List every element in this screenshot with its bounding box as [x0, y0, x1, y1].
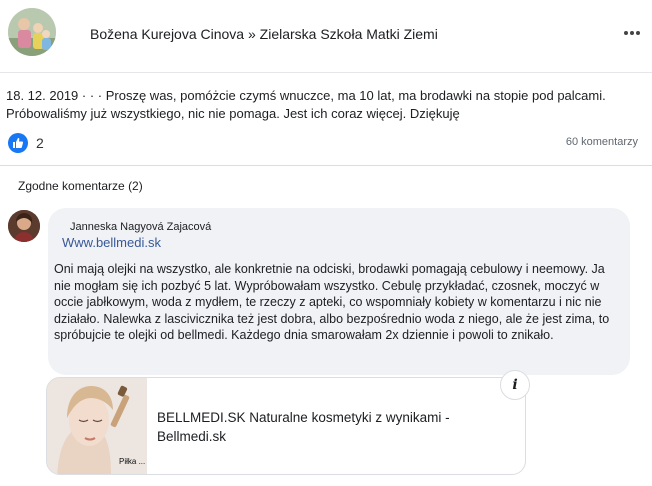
link-preview-card[interactable]: Piłka ... BELLMEDI.SK Naturalne kosmetyk…	[46, 377, 526, 475]
comment-bubble: Janneska Nagyová Zajacová Www.bellmedi.s…	[48, 208, 630, 375]
divider	[0, 165, 652, 166]
avatar[interactable]	[8, 8, 56, 56]
post-header: Božena Kurejova Cinova » Zielarska Szkoł…	[0, 0, 652, 70]
post-separator: · · ·	[78, 88, 106, 103]
info-icon[interactable]: i	[500, 370, 530, 400]
post-text: 18. 12. 2019 · · · Proszę was, pomóżcie …	[6, 87, 646, 123]
more-icon	[624, 31, 628, 35]
comment-count[interactable]: 60 komentarzy	[566, 136, 638, 148]
comment-avatar[interactable]	[8, 210, 40, 242]
comment-text: Oni mają olejki na wszystko, ale konkret…	[54, 262, 610, 343]
link-preview-image[interactable]: Piłka ...	[47, 378, 147, 474]
link-preview-title[interactable]: BELLMEDI.SK Naturalne kosmetyki z wynika…	[157, 408, 477, 446]
comment-author[interactable]: Janneska Nagyová Zajacová	[70, 221, 211, 233]
divider	[0, 72, 652, 73]
post-header-title[interactable]: Božena Kurejova Cinova » Zielarska Szkoł…	[90, 26, 438, 42]
reaction-count: 2	[36, 135, 44, 151]
like-icon	[8, 133, 28, 153]
comment-link[interactable]: Www.bellmedi.sk	[62, 235, 161, 250]
comment-sort-label[interactable]: Zgodne komentarze (2)	[18, 179, 143, 193]
reactions-summary[interactable]: 2	[8, 133, 44, 153]
image-caption: Piłka ...	[119, 457, 146, 466]
post-date[interactable]: 18. 12. 2019	[6, 88, 78, 103]
more-options-button[interactable]	[620, 24, 644, 42]
